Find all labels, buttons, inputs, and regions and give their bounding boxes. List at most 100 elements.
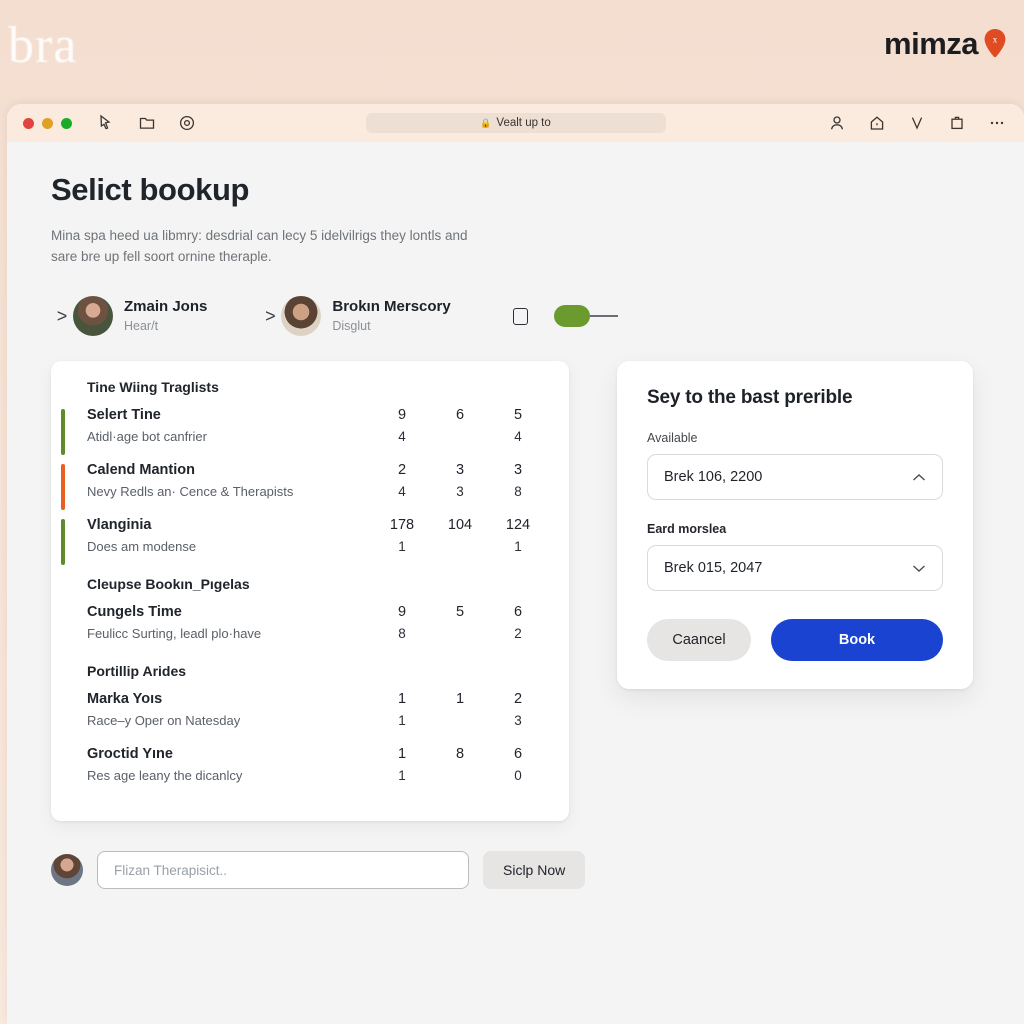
list-item-title: Cungels Time: [87, 604, 182, 621]
list-item-metric-1: 9: [397, 604, 407, 621]
list-item-subvalue-3: 8: [514, 484, 522, 500]
list-item-metric-1: 1: [397, 691, 407, 708]
list-item[interactable]: Cungels Time 9 5 6 Feulicc Surting, lead…: [51, 604, 569, 641]
search-input[interactable]: [97, 851, 469, 890]
eard-morslea-label: Eard morslea: [647, 522, 727, 537]
content-columns: Tine Wiing Traglists Selert Tine 9 6 5 A…: [51, 361, 980, 822]
status-accent-bar: [61, 519, 65, 566]
mimza-logo: mimza x: [884, 26, 1008, 62]
list-item-metric-2: 104: [447, 517, 473, 534]
listings-card: Tine Wiing Traglists Selert Tine 9 6 5 A…: [51, 361, 569, 822]
booking-panel: Sey to the bast prerible Available Brek …: [617, 361, 973, 690]
book-button[interactable]: Book: [771, 619, 943, 662]
chevron-right-icon-2[interactable]: >: [259, 306, 281, 327]
group-heading: Cleupse Bookın_Pıgelas: [87, 576, 250, 593]
person-role: Hear/t: [124, 319, 159, 334]
person-card-1[interactable]: Zmain Jons Hear/t: [73, 296, 208, 337]
page-content: Selict bookup Mina spa heed ua libmry: d…: [7, 142, 1024, 1024]
address-bar-url: Vealt up to: [496, 117, 551, 129]
list-item-title: Marka Yoıs: [87, 691, 163, 708]
brand-strip: bra mimza x: [0, 0, 1024, 104]
list-item-subvalue-1: 4: [398, 429, 406, 445]
list-item-subvalue-3: 2: [514, 626, 522, 642]
cancel-button[interactable]: Caancel: [647, 619, 751, 662]
tabs-icon[interactable]: [948, 114, 966, 132]
home-icon[interactable]: [868, 114, 886, 132]
list-item-subvalue-1: 4: [398, 484, 406, 500]
list-item-title: Selert Tine: [87, 407, 161, 424]
chevron-right-icon[interactable]: >: [51, 306, 73, 327]
list-item[interactable]: Selert Tine 9 6 5 Atidl·age bot canfrier…: [51, 407, 569, 456]
person-card-2[interactable]: Brokın Merscory Disglut: [281, 296, 451, 337]
folder-icon[interactable]: [138, 114, 156, 132]
people-row: > Zmain Jons Hear/t > Brokın Merscory Di…: [51, 293, 980, 339]
avatar: [73, 296, 113, 337]
list-item-desc: Feulicc Surting, leadl plo·have: [87, 626, 262, 642]
list-item-metric-3: 5: [513, 407, 523, 424]
list-item-subvalue-2: 3: [456, 484, 464, 500]
person-name: Zmain Jons: [124, 297, 208, 315]
chevron-up-icon[interactable]: [912, 473, 926, 482]
eard-morslea-select-value: Brek 015, 2047: [664, 560, 763, 577]
page-title: Selict bookup: [51, 172, 250, 207]
list-item-desc: Does am modense: [87, 539, 197, 555]
lock-icon: 🔒: [480, 117, 492, 128]
avatar: [281, 296, 322, 337]
availability-toggle[interactable]: [553, 305, 618, 328]
list-item-subvalue-1: 1: [398, 539, 406, 555]
close-window-button[interactable]: [23, 117, 34, 129]
list-item-subvalue-3: 3: [514, 713, 522, 729]
list-item-metric-3: 3: [513, 462, 523, 479]
list-item-subvalue-1: 1: [398, 768, 406, 784]
list-item-title: Vlanginia: [87, 517, 152, 534]
panel-actions: Caancel Book: [647, 619, 943, 662]
select-checkbox[interactable]: [512, 307, 528, 325]
toggle-switch[interactable]: [553, 305, 590, 328]
watermark-logo: bra: [8, 17, 78, 74]
list-item-metric-2: 3: [455, 462, 465, 479]
window-controls[interactable]: [23, 117, 72, 129]
list-item-title: Calend Mantion: [87, 462, 195, 479]
list-item[interactable]: Calend Mantion 2 3 3 Nevy Redls an· Cenc…: [51, 462, 569, 511]
list-item-desc: Nevy Redls an· Cence & Therapists: [87, 484, 294, 500]
list-item-desc: Atidl·age bot canfrier: [87, 429, 207, 445]
group-heading: Portillip Arides: [87, 663, 187, 680]
available-label: Available: [647, 431, 698, 446]
toggle-connector: [589, 315, 618, 317]
status-accent-bar: [61, 409, 65, 456]
list-item[interactable]: Groctid Yıne 1 8 6 Res age leany the dic…: [51, 746, 569, 783]
page-subtitle: Mina spa heed ua libmry: desdrial can le…: [51, 228, 468, 264]
list-item-metric-3: 6: [513, 604, 523, 621]
list-item-desc: Res age leany the dicanlcy: [87, 768, 243, 784]
location-pin-icon: x: [982, 28, 1008, 58]
list-item-subvalue-1: 8: [398, 626, 406, 642]
list-item-subvalue-1: 1: [398, 713, 406, 729]
target-icon[interactable]: [178, 114, 196, 132]
status-accent-bar: [61, 464, 65, 511]
account-icon[interactable]: [828, 114, 846, 132]
download-icon[interactable]: [908, 114, 926, 132]
minimize-window-button[interactable]: [42, 117, 53, 129]
list-item[interactable]: Vlanginia 178 104 124 Does am modense 1 …: [51, 517, 569, 566]
list-item-metric-3: 124: [505, 517, 531, 534]
list-item-metric-2: 1: [455, 691, 465, 708]
bottom-search-bar: Siclp Now: [51, 851, 980, 890]
list-item[interactable]: Marka Yoıs 1 1 2 Race–y Oper on Natesday…: [51, 691, 569, 728]
list-item-subvalue-3: 1: [514, 539, 522, 555]
list-item-subvalue-3: 0: [514, 768, 522, 784]
panel-title: Sey to the bast prerible: [647, 387, 853, 409]
address-bar[interactable]: 🔒 Vealt up to: [365, 113, 666, 133]
browser-window: 🔒 Vealt up to Selict bookup Mina spa hee…: [7, 104, 1024, 1024]
available-select[interactable]: Brek 106, 2200: [647, 454, 943, 501]
maximize-window-button[interactable]: [61, 117, 72, 129]
avatar: [51, 854, 83, 887]
cursor-select-icon[interactable]: [98, 114, 116, 132]
more-icon[interactable]: [988, 114, 1006, 132]
chevron-down-icon[interactable]: [912, 564, 926, 573]
skip-now-button[interactable]: Siclp Now: [483, 851, 586, 890]
list-item-metric-2: 8: [455, 746, 465, 763]
available-select-value: Brek 106, 2200: [664, 469, 763, 486]
list-item-metric-3: 6: [513, 746, 523, 763]
eard-morslea-field: Eard morslea Brek 015, 2047: [647, 522, 943, 592]
eard-morslea-select[interactable]: Brek 015, 2047: [647, 545, 943, 592]
